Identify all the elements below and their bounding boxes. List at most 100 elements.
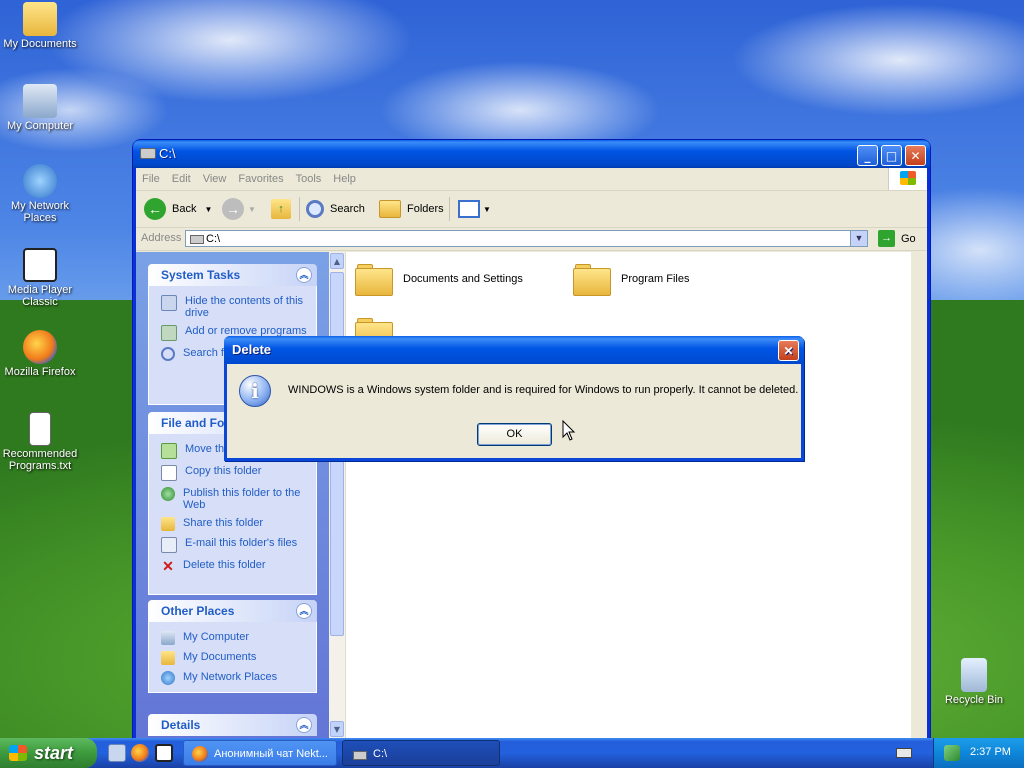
folders-button[interactable]: Folders xyxy=(379,197,444,221)
menu-file[interactable]: File xyxy=(136,168,166,190)
menu-edit[interactable]: Edit xyxy=(166,168,197,190)
menu-help[interactable]: Help xyxy=(327,168,362,190)
windows-logo xyxy=(888,168,927,190)
dialog-close-button[interactable]: ✕ xyxy=(778,340,799,361)
desktop-icon-label: Media Player Classic xyxy=(7,284,73,308)
media-player-icon xyxy=(23,248,57,282)
taskbar: start Анонимный чат Nekt... C:\ 2:37 PM xyxy=(0,738,1024,768)
folder-icon xyxy=(161,651,175,665)
scroll-up-arrow-icon[interactable]: ▲ xyxy=(330,253,344,269)
task-label: Share this folder xyxy=(183,517,264,529)
scroll-down-arrow-icon[interactable]: ▼ xyxy=(330,721,344,737)
network-globe-icon xyxy=(23,164,57,198)
search-button[interactable]: Search xyxy=(306,197,365,221)
desktop-icon-label: My Network Places xyxy=(10,200,70,224)
desktop-icon-my-network-places[interactable]: My Network Places xyxy=(0,164,80,224)
desktop-icon-label: Recommended Programs.txt xyxy=(2,448,78,472)
taskbar-button-explorer[interactable]: C:\ xyxy=(342,740,500,766)
place-my-network-places[interactable]: My Network Places xyxy=(149,668,316,688)
folder-program-files[interactable]: Program Files xyxy=(573,264,689,296)
info-icon: i xyxy=(239,375,271,407)
dialog-titlebar[interactable]: Delete ✕ xyxy=(224,336,804,364)
taskbar-button-label: C:\ xyxy=(373,748,388,760)
views-button[interactable]: ▼ xyxy=(458,197,491,221)
task-delete-folder[interactable]: ✕ Delete this folder xyxy=(149,556,316,576)
system-tasks-header[interactable]: System Tasks ︽ xyxy=(148,264,317,286)
address-field[interactable]: C:\ ▼ xyxy=(185,230,868,247)
task-share-folder[interactable]: Share this folder xyxy=(149,514,316,534)
menu-favorites[interactable]: Favorites xyxy=(232,168,289,190)
collapse-chevron-icon[interactable]: ︽ xyxy=(296,267,312,283)
text-file-icon xyxy=(29,412,51,446)
task-email-files[interactable]: E-mail this folder's files xyxy=(149,534,316,556)
ok-button[interactable]: OK xyxy=(477,423,552,446)
address-dropdown-chevron-icon[interactable]: ▼ xyxy=(850,231,867,246)
publish-web-icon xyxy=(161,487,175,501)
collapse-chevron-icon[interactable]: ︽ xyxy=(296,603,312,619)
hide-drive-icon xyxy=(161,295,177,311)
maximize-button[interactable]: □ xyxy=(881,145,902,166)
go-button[interactable]: → Go xyxy=(878,230,916,247)
vertical-scrollbar[interactable]: ▲ ▼ xyxy=(329,252,346,738)
start-button[interactable]: start xyxy=(0,738,97,768)
details-header[interactable]: Details ︽ xyxy=(148,714,317,736)
address-label: Address xyxy=(141,232,182,244)
task-publish-folder[interactable]: Publish this folder to the Web xyxy=(149,484,316,514)
place-my-documents[interactable]: My Documents xyxy=(149,648,316,668)
desktop-icon-my-computer[interactable]: My Computer xyxy=(0,84,80,132)
desktop-icon-my-documents[interactable]: My Documents xyxy=(0,2,80,50)
start-label: start xyxy=(34,743,74,763)
system-tray: 2:37 PM xyxy=(933,738,1024,768)
keyboard-icon[interactable] xyxy=(896,748,912,758)
window-title: C:\ xyxy=(159,146,176,161)
folder-documents-and-settings[interactable]: Documents and Settings xyxy=(355,264,523,296)
up-folder-button[interactable]: ↑ xyxy=(271,197,291,221)
chevron-down-icon: ▼ xyxy=(248,204,256,214)
computer-icon xyxy=(23,84,57,118)
menu-tools[interactable]: Tools xyxy=(290,168,328,190)
back-label: Back xyxy=(172,203,197,215)
go-label: Go xyxy=(901,232,916,245)
expand-chevron-icon[interactable]: ︽ xyxy=(296,717,312,733)
minimize-button[interactable]: _ xyxy=(857,145,878,166)
close-button[interactable]: ✕ xyxy=(905,145,926,166)
delete-dialog: Delete ✕ i WINDOWS is a Windows system f… xyxy=(224,336,804,461)
clock[interactable]: 2:37 PM xyxy=(970,746,1011,758)
desktop-icon-media-player-classic[interactable]: Media Player Classic xyxy=(0,248,80,308)
desktop-icon-label: My Documents xyxy=(3,38,77,50)
address-bar: Address C:\ ▼ → Go xyxy=(136,228,927,251)
add-remove-programs-icon xyxy=(161,325,177,341)
place-label: My Computer xyxy=(183,631,250,643)
chevron-down-icon[interactable]: ▼ xyxy=(204,205,212,214)
delete-x-icon: ✕ xyxy=(162,558,174,574)
network-tray-icon[interactable] xyxy=(944,745,960,761)
window-titlebar[interactable]: C:\ _ □ ✕ xyxy=(133,140,930,168)
desktop-icon-mozilla-firefox[interactable]: Mozilla Firefox xyxy=(0,330,80,378)
folder-icon xyxy=(355,264,393,296)
folder-label: Documents and Settings xyxy=(403,273,523,285)
search-label: Search xyxy=(330,203,365,215)
drive-icon xyxy=(353,751,367,760)
task-label: E-mail this folder's files xyxy=(185,537,298,549)
windows-flag-icon xyxy=(9,745,27,761)
menu-view[interactable]: View xyxy=(197,168,233,190)
place-my-computer[interactable]: My Computer xyxy=(149,628,316,648)
computer-icon xyxy=(161,631,175,645)
other-places-header[interactable]: Other Places ︽ xyxy=(148,600,317,622)
details-title: Details xyxy=(161,718,201,732)
task-label: Publish this folder to the Web xyxy=(183,487,301,511)
folder-icon xyxy=(573,264,611,296)
folders-icon xyxy=(379,200,401,218)
taskbar-button-firefox[interactable]: Анонимный чат Nekt... xyxy=(183,740,337,766)
dialog-body: i WINDOWS is a Windows system folder and… xyxy=(227,364,801,458)
desktop-icon-recommended-programs[interactable]: Recommended Programs.txt xyxy=(0,412,80,472)
desktop-icon-recycle-bin[interactable]: Recycle Bin xyxy=(934,658,1014,706)
firefox-quicklaunch-icon[interactable] xyxy=(131,744,149,762)
folder-icon xyxy=(23,2,57,36)
back-button[interactable]: ← Back ▼ xyxy=(144,197,212,221)
task-copy-folder[interactable]: Copy this folder xyxy=(149,462,316,484)
show-desktop-icon[interactable] xyxy=(108,744,126,762)
task-hide-contents[interactable]: Hide the contents of this drive xyxy=(149,292,316,322)
media-player-quicklaunch-icon[interactable] xyxy=(155,744,173,762)
forward-button[interactable]: → ▼ xyxy=(222,197,256,221)
